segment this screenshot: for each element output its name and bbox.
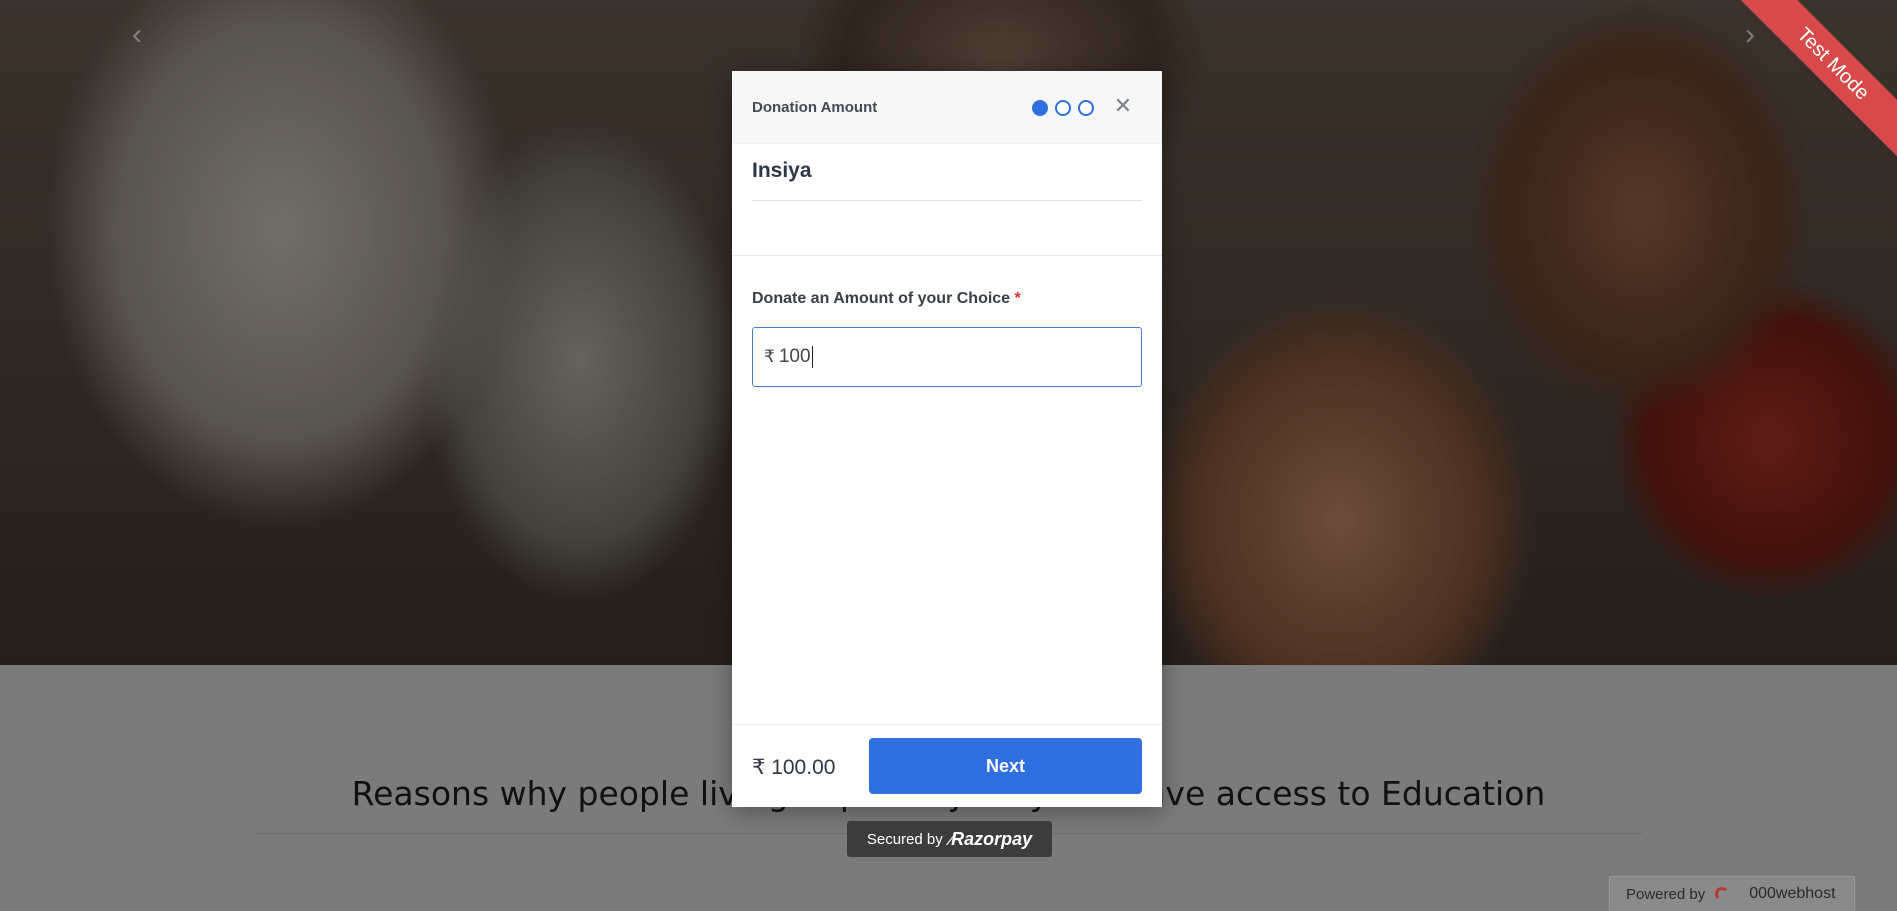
step-2-dot [1055,100,1071,116]
amount-input[interactable]: ₹ 100 [752,327,1142,387]
close-button[interactable]: ✕ [1110,93,1136,119]
amount-field-label: Donate an Amount of your Choice * [752,290,1021,308]
step-3-dot [1078,100,1094,116]
total-amount: ₹ 100.00 [752,756,836,779]
secured-by-text: Secured by [866,830,943,848]
razorpay-brand-text: Razorpay [951,828,1033,849]
modal-title: Donation Amount [752,99,878,116]
organization-name: Insiya [752,159,812,182]
test-mode-ribbon: Test Mode [1727,0,1897,170]
next-button[interactable]: Next [869,738,1142,794]
modal-header: Donation Amount ✕ [732,71,1162,144]
carousel-prev-icon[interactable]: ‹ [132,18,142,52]
secured-by-badge: Secured by ⁄Razorpay [847,821,1052,857]
test-mode-label: Test Mode [1727,0,1897,170]
modal-footer: ₹ 100.00 Next [732,724,1162,807]
razorpay-logo: ⁄Razorpay [949,829,1032,850]
step-1-dot [1032,100,1048,116]
text-caret [811,346,813,368]
org-divider [752,200,1142,201]
amount-field-label-text: Donate an Amount of your Choice [752,290,1011,307]
rupee-icon: ₹ [764,347,775,366]
webhost-brand-text: 000webhost [1749,885,1836,902]
required-marker: * [1014,290,1021,307]
header-divider [732,255,1162,256]
donation-modal: Donation Amount ✕ Insiya Donate an Amoun… [732,71,1162,807]
webhost-logo-icon [1715,885,1739,903]
step-indicator [1032,100,1094,116]
close-icon: ✕ [1113,93,1133,118]
amount-input-value[interactable]: 100 [779,346,811,368]
powered-by-badge[interactable]: Powered by 000webhost [1609,876,1855,911]
powered-by-text: Powered by [1626,885,1706,903]
